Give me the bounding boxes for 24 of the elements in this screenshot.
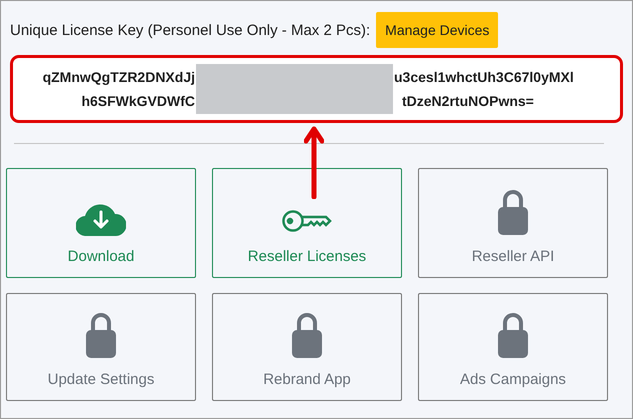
card-label: Reseller Licenses xyxy=(248,248,366,265)
feature-card[interactable]: Reseller Licenses xyxy=(212,168,402,278)
license-label: Unique License Key (Personel Use Only - Max 2 Pcs): xyxy=(10,22,370,38)
up-arrow-icon xyxy=(304,125,324,199)
card-label: Ads Campaigns xyxy=(460,371,566,388)
feature-card[interactable]: Update Settings xyxy=(6,293,196,401)
card-label: Reseller API xyxy=(472,248,554,265)
padlock-icon xyxy=(497,311,529,359)
feature-card[interactable]: Rebrand App xyxy=(212,293,402,401)
card-label: Rebrand App xyxy=(263,371,351,388)
padlock-icon xyxy=(85,311,117,359)
card-label: Download xyxy=(68,248,134,265)
key-text: u3cesl1whctUh3C67l0yMXl xyxy=(394,68,574,87)
feature-card[interactable]: Ads Campaigns xyxy=(418,293,608,401)
key-text: h6SFWkGVDWfC xyxy=(81,92,195,111)
padlock-icon xyxy=(497,188,529,236)
card-label: Update Settings xyxy=(48,371,154,388)
manage-devices-button[interactable]: Manage Devices xyxy=(376,12,498,48)
key-text: tDzeN2rtuNOPwns= xyxy=(402,92,534,111)
feature-card[interactable]: Download xyxy=(6,168,196,278)
cloud-download-icon xyxy=(76,202,126,236)
feature-card[interactable]: Reseller API xyxy=(418,168,608,278)
padlock-icon xyxy=(291,311,323,359)
key-text: qZMnwQgTZR2DNXdJj xyxy=(42,68,195,87)
